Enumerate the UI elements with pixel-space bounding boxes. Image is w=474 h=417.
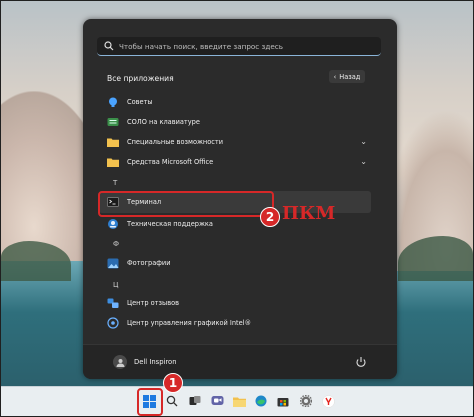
app-label: Техническая поддержка [127, 220, 213, 228]
app-label: СОЛО на клавиатуре [127, 118, 200, 126]
letter-header-ts[interactable]: Ц [113, 281, 118, 289]
folder-icon [107, 156, 119, 168]
power-icon[interactable] [355, 356, 367, 368]
app-label: Центр управления графикой Intel® [127, 319, 252, 327]
photos-icon [107, 257, 119, 269]
back-button[interactable]: ‹ Назад [329, 70, 365, 83]
letter-header-t[interactable]: Т [113, 179, 117, 187]
user-account[interactable]: Dell Inspiron [113, 355, 177, 369]
letter-header-f[interactable]: Ф [113, 240, 119, 248]
app-item-support[interactable]: Техническая поддержка [107, 214, 213, 234]
terminal-highlight-box [98, 191, 274, 217]
app-label: Советы [127, 98, 153, 106]
back-label: Назад [339, 72, 361, 81]
app-item-tips[interactable]: Советы [107, 92, 153, 112]
app-item-feedback[interactable]: Центр отзывов [107, 293, 179, 313]
teams-chat-icon[interactable] [209, 393, 225, 409]
start-footer: Dell Inspiron [83, 344, 397, 379]
task-view-icon[interactable] [187, 393, 203, 409]
folder-icon [107, 136, 119, 148]
tips-icon [107, 96, 119, 108]
right-click-label: ПКМ [282, 203, 336, 224]
search-placeholder: Чтобы начать поиск, введите запрос здесь [119, 41, 283, 51]
taskbar [1, 386, 473, 416]
app-label: Средства Microsoft Office [127, 158, 214, 166]
app-label: Фотографии [127, 259, 171, 267]
desktop: Чтобы начать поиск, введите запрос здесь… [0, 0, 474, 417]
app-item-accessibility[interactable]: Специальные возможности [107, 132, 223, 152]
edge-icon[interactable] [253, 393, 269, 409]
search-icon [104, 41, 114, 51]
app-item-photos[interactable]: Фотографии [107, 253, 170, 273]
keyboard-icon [107, 116, 119, 128]
app-label: Специальные возможности [127, 138, 224, 146]
app-label: Центр отзывов [127, 299, 180, 307]
search-input[interactable]: Чтобы начать поиск, введите запрос здесь [97, 37, 381, 56]
store-icon[interactable] [275, 393, 291, 409]
intel-graphics-icon [107, 317, 119, 329]
app-item-keyboard[interactable]: СОЛО на клавиатуре [107, 112, 200, 132]
avatar-icon [113, 355, 127, 369]
file-explorer-icon[interactable] [231, 393, 247, 409]
chevron-left-icon: ‹ [333, 72, 337, 81]
settings-icon[interactable] [298, 393, 314, 409]
start-highlight-box [137, 388, 163, 416]
app-item-office-tools[interactable]: Средства Microsoft Office [107, 152, 213, 172]
feedback-icon [107, 297, 119, 309]
user-name: Dell Inspiron [134, 358, 177, 366]
chevron-down-icon[interactable]: ⌄ [360, 137, 367, 146]
support-icon [107, 218, 119, 230]
search-icon[interactable] [164, 393, 180, 409]
step-badge-1: 1 [163, 373, 183, 393]
chevron-down-icon[interactable]: ⌄ [360, 157, 367, 166]
all-apps-title: Все приложения [107, 74, 174, 83]
yandex-browser-icon[interactable] [320, 393, 336, 409]
app-item-intel-graphics[interactable]: Центр управления графикой Intel® [107, 313, 251, 333]
step-badge-2: 2 [260, 207, 280, 227]
